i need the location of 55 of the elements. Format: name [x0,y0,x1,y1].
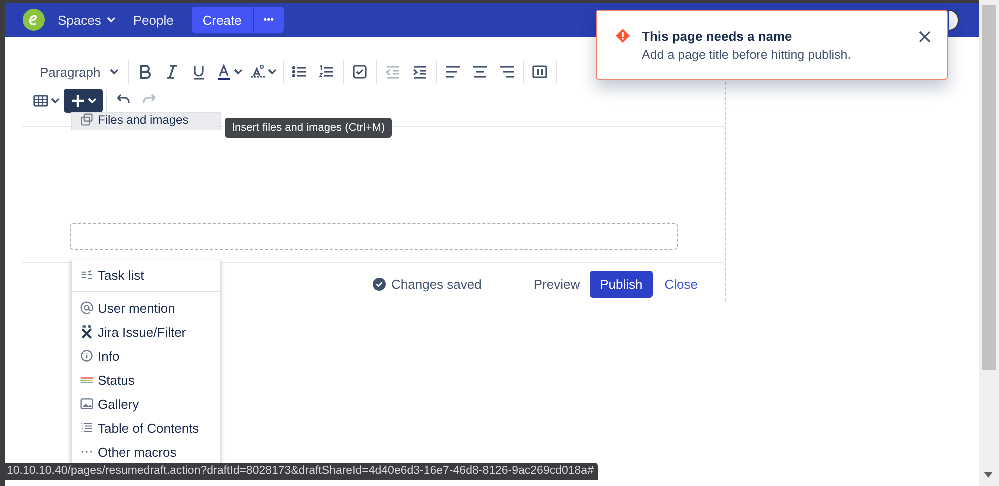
insert-button[interactable] [64,89,103,113]
create-button[interactable]: Create [192,7,253,33]
chevron-down-icon [88,98,97,104]
files-icon [80,113,94,127]
save-status: Changes saved [392,277,482,292]
scroll-down-icon[interactable] [984,472,993,478]
menu-item[interactable]: User mention [72,296,220,320]
table-icon [33,93,49,109]
tooltip: Insert files and images (Ctrl+M) [225,118,392,138]
outdent-icon [384,64,401,80]
logo-icon[interactable] [22,8,46,32]
nav-link[interactable]: Spaces [58,12,116,28]
jira-icon [80,325,94,339]
avatar-icon[interactable] [949,10,959,31]
more-button[interactable]: ••• [252,7,284,33]
text-format-icon [250,64,266,80]
menu-item[interactable]: Task list [72,263,220,287]
menu-item[interactable]: Jira Issue/Filter [72,320,220,344]
action-item-icon [352,64,368,80]
align-right-icon [498,64,515,80]
menu-item[interactable]: Other macros [72,440,220,464]
chevron-down-icon [234,69,243,75]
menu-item[interactable]: Gallery [72,392,220,416]
scrollbar-thumb[interactable] [982,5,996,370]
menu-item[interactable]: Files and images [72,113,220,130]
menu-item[interactable]: Info [72,344,220,368]
gallery-icon [80,397,94,411]
paragraph-style-dropdown[interactable]: Paragraph [34,64,125,80]
task-list-icon [80,268,94,282]
close-link[interactable]: Close [654,277,708,292]
indent-icon [412,64,428,80]
menu-item[interactable]: Table of Contents [72,416,220,440]
chevron-down-icon [51,98,60,104]
close-icon [919,31,931,43]
list-icon [80,421,94,435]
check-circle-icon [372,278,386,291]
text-color-icon [216,64,232,80]
chevron-down-icon [268,69,277,75]
columns-icon [532,64,548,80]
plus-icon [70,93,86,109]
align-left-icon [444,64,461,80]
flag-message: Add a page title before hitting publish. [642,48,852,62]
flag-title: This page needs a name [642,29,794,44]
at-sign-icon [80,301,94,315]
chevron-down-icon [107,17,116,23]
nav-link[interactable]: People [133,12,174,28]
bullet-list-icon [292,64,308,80]
align-center-icon [472,64,488,80]
numbered-list-icon [318,64,335,80]
preview-button[interactable]: Preview [524,277,590,292]
publish-button[interactable]: Publish [590,271,653,298]
info-icon [80,349,94,363]
error-icon [616,29,630,43]
chevron-down-icon [110,69,119,75]
menu-item[interactable]: Status [72,368,220,392]
